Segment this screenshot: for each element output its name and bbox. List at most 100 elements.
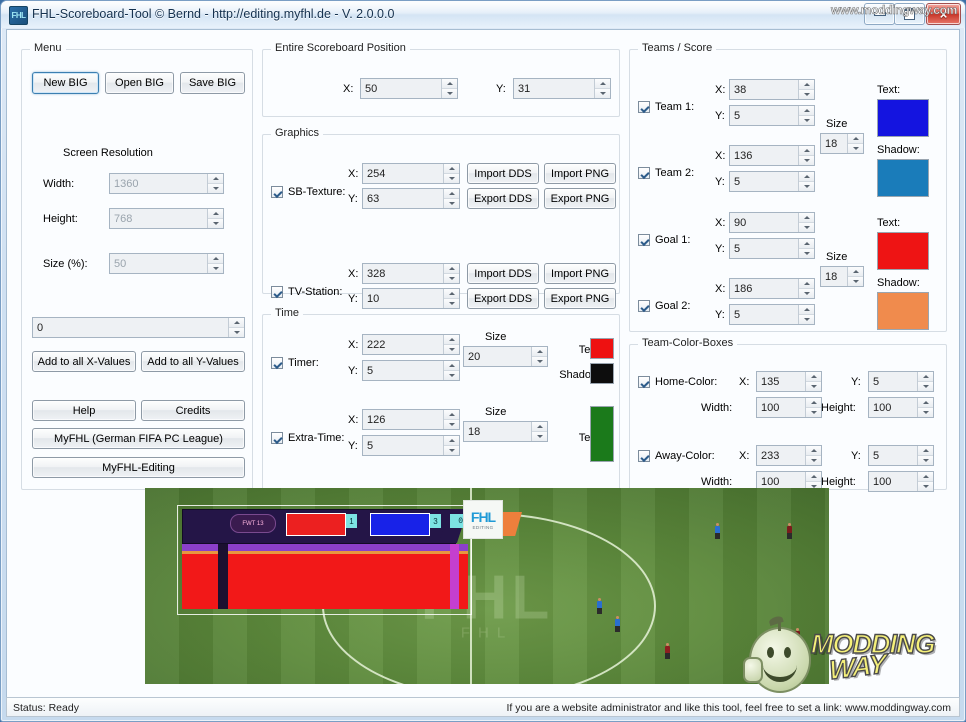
sb-texture-export-png-button[interactable]: Export PNG [544,188,616,209]
add-all-y-values-button[interactable]: Add to all Y-Values [141,351,245,372]
sb-texture-x-input[interactable]: 254 [362,163,460,184]
home-width-input[interactable]: 100 [756,397,822,418]
width-spin-up[interactable] [208,174,223,184]
goal2-x-spin-down[interactable] [799,289,814,298]
timer-size-spin-up[interactable] [532,347,547,357]
offset-spin-down[interactable] [229,328,244,337]
team-size-spin-down[interactable] [848,144,863,153]
goal-size-input[interactable]: 18 [820,266,864,287]
goal2-y-input[interactable]: 5 [729,304,815,325]
home-x-input[interactable]: 135 [756,371,822,392]
goal2-checkbox[interactable]: Goal 2: [638,300,690,312]
height-spinner[interactable] [207,209,223,228]
goal1-x-spin-down[interactable] [799,223,814,232]
away-height-spin-up[interactable] [918,472,933,482]
home-x-spin-down[interactable] [806,382,821,391]
goal1-x-spin-up[interactable] [799,213,814,223]
team2-x-input[interactable]: 136 [729,145,815,166]
home-y-spin-down[interactable] [918,382,933,391]
sbpos-x-spin-up[interactable] [442,79,457,89]
extra-time-x-input[interactable]: 126 [362,409,460,430]
home-height-input[interactable]: 100 [868,397,934,418]
goal1-checkbox[interactable]: Goal 1: [638,234,690,246]
scoreboard-preview[interactable]: FHL FHL FWT 13 1 3 FHL EDITING [145,488,829,684]
tv-station-export-dds-button[interactable]: Export DDS [467,288,539,309]
extra-time-size-spin-up[interactable] [532,422,547,432]
size-percent-input[interactable]: 50 [109,253,224,274]
goal2-x-spin-up[interactable] [799,279,814,289]
tv-station-x-spin-down[interactable] [444,274,459,283]
timer-checkbox[interactable]: Timer: [271,357,319,369]
away-height-spin-down[interactable] [918,482,933,491]
myfhl-editing-button[interactable]: MyFHL-Editing [32,457,245,478]
sb-texture-y-input[interactable]: 63 [362,188,460,209]
timer-text-color-swatch[interactable] [590,338,614,359]
team2-x-spin-up[interactable] [799,146,814,156]
sb-texture-x-spin-down[interactable] [444,174,459,183]
size-percent-spinner[interactable] [207,254,223,273]
width-spinner[interactable] [207,174,223,193]
team1-checkbox[interactable]: Team 1: [638,101,694,113]
away-color-checkbox[interactable]: Away-Color: [638,450,715,462]
sbpos-x-input[interactable]: 50 [360,78,458,99]
tv-station-checkbox[interactable]: TV-Station: [271,286,342,298]
extra-time-x-spin-up[interactable] [444,410,459,420]
sb-texture-y-spin-up[interactable] [444,189,459,199]
team2-y-input[interactable]: 5 [729,171,815,192]
extra-time-size-spin-down[interactable] [532,432,547,441]
timer-x-spin-up[interactable] [444,335,459,345]
home-color-checkbox[interactable]: Home-Color: [638,376,717,388]
myfhl-league-button[interactable]: MyFHL (German FIFA PC League) [32,428,245,449]
home-width-spin-up[interactable] [806,398,821,408]
extra-time-x-spin-down[interactable] [444,420,459,429]
tv-station-x-input[interactable]: 328 [362,263,460,284]
team-text-color-swatch[interactable] [877,99,929,137]
timer-y-spin-down[interactable] [444,371,459,380]
team1-y-spin-up[interactable] [799,106,814,116]
tv-station-x-spin-up[interactable] [444,264,459,274]
away-y-input[interactable]: 5 [868,445,934,466]
size-percent-spin-down[interactable] [208,264,223,273]
sbpos-x-spin-down[interactable] [442,89,457,98]
timer-y-spin-up[interactable] [444,361,459,371]
width-spin-down[interactable] [208,184,223,193]
sbpos-y-input[interactable]: 31 [513,78,611,99]
away-y-spin-up[interactable] [918,446,933,456]
width-input[interactable]: 1360 [109,173,224,194]
team-size-spin-up[interactable] [848,134,863,144]
away-height-input[interactable]: 100 [868,471,934,492]
tv-station-y-input[interactable]: 10 [362,288,460,309]
timer-x-input[interactable]: 222 [362,334,460,355]
extra-time-checkbox[interactable]: Extra-Time: [271,432,344,444]
away-x-input[interactable]: 233 [756,445,822,466]
extra-time-y-spin-up[interactable] [444,436,459,446]
add-all-x-values-button[interactable]: Add to all X-Values [32,351,136,372]
tv-station-y-spin-up[interactable] [444,289,459,299]
home-width-spin-down[interactable] [806,408,821,417]
goal2-x-input[interactable]: 186 [729,278,815,299]
team1-y-spin-down[interactable] [799,116,814,125]
open-big-button[interactable]: Open BIG [105,72,174,94]
height-spin-up[interactable] [208,209,223,219]
home-y-spin-up[interactable] [918,372,933,382]
goal1-y-spin-up[interactable] [799,239,814,249]
team1-x-spin-up[interactable] [799,80,814,90]
size-percent-spin-up[interactable] [208,254,223,264]
tv-station-import-dds-button[interactable]: Import DDS [467,263,539,284]
offset-spin-up[interactable] [229,318,244,328]
extra-time-y-input[interactable]: 5 [362,435,460,456]
tv-station-import-png-button[interactable]: Import PNG [544,263,616,284]
new-big-button[interactable]: New BIG [32,72,99,94]
sb-texture-y-spin-down[interactable] [444,199,459,208]
save-big-button[interactable]: Save BIG [180,72,245,94]
offset-spinner[interactable] [228,318,244,337]
team1-x-spin-down[interactable] [799,90,814,99]
home-height-spin-up[interactable] [918,398,933,408]
team2-checkbox[interactable]: Team 2: [638,167,694,179]
home-height-spin-down[interactable] [918,408,933,417]
away-x-spin-up[interactable] [806,446,821,456]
height-spin-down[interactable] [208,219,223,228]
timer-size-input[interactable]: 20 [463,346,548,367]
goal2-y-spin-up[interactable] [799,305,814,315]
team1-x-input[interactable]: 38 [729,79,815,100]
